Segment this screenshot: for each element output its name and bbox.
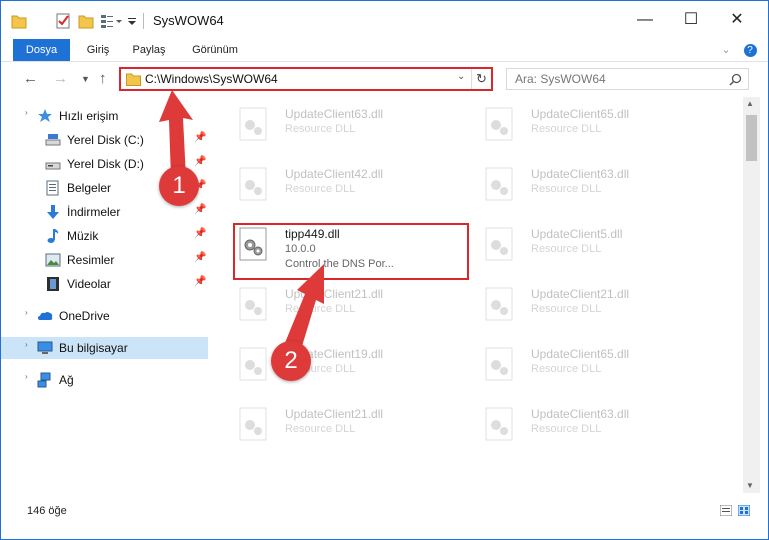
annotation-arrows: [159, 90, 324, 366]
arrow-to-address-bar: [159, 90, 193, 178]
step-badge-2: 2: [271, 341, 311, 381]
step-badge-1: 1: [159, 166, 199, 206]
